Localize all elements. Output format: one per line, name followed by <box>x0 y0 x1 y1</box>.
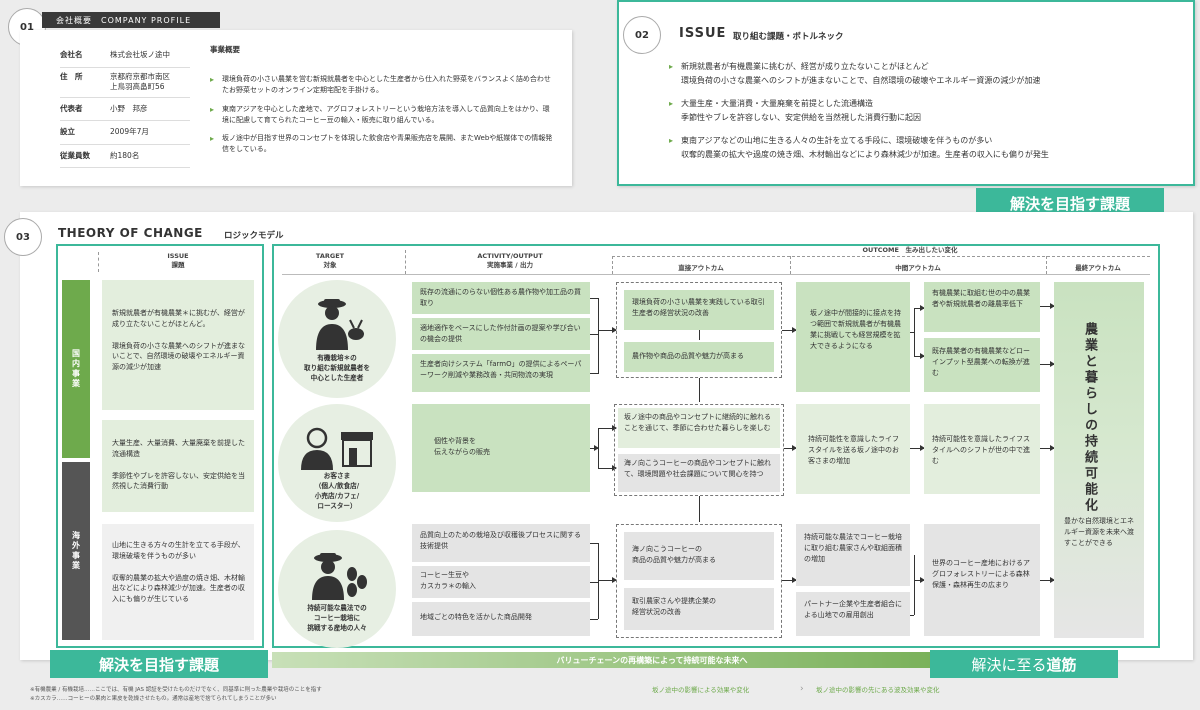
issue-item-head: 大量生産・大量消費・大量廃棄を前提とした流通構造 <box>669 97 1179 111</box>
business-item: 東南アジアを中心とした産地で、アグロフォレストリーという栽培方法を導入して品質向… <box>210 104 555 126</box>
issue-item: 大量生産・大量消費・大量廃棄を前提とした流通構造季節性やブレを許容しない、安定供… <box>669 97 1179 124</box>
mid-outcome-header: 中間アウトカム <box>895 264 941 272</box>
profile-value: 株式会社坂ノ途中 <box>110 50 170 59</box>
legend-ripple-effect: 坂ノ途中の影響の先にある波及効果や変化 <box>816 686 940 694</box>
footnote-2: ※カスカラ……コーヒーの果肉と果皮を乾燥させたもの。通常は産地で捨てられてしまう… <box>30 695 277 702</box>
target-circle-coffee-producers: 持続可能な農法での コーヒー栽培に 挑戦する産地の人々 <box>278 530 396 648</box>
issue-item-sub: 環境負荷の小さな農業へのシフトが進まないことで、自然環境の破壊やエネルギー資源の… <box>681 75 1041 85</box>
business-item: 坂ノ途中が目指す世界のコンセプトを体現した飲食店や青果販売店を展開、またWebや… <box>210 133 555 155</box>
target-label-customers: お客さま （個人/飲食店/ 小売店/カフェ/ ロースター） <box>314 472 360 511</box>
profile-value: 2009年7月 <box>110 127 149 136</box>
direct-box-4: 海ノ向こうコーヒーの商品やコンセプトに触れて、環境問題や社会課題について関心を持… <box>618 454 780 492</box>
business-list: 環境負荷の小さい農業を営む新規就農者を中心とした生産者から仕入れた野菜をバランス… <box>210 74 555 163</box>
issue-box-3: 山地に生きる方々の生計を立てる手段が、環境破壊を伴うものが多い 収奪的農業の拡大… <box>102 524 254 640</box>
mid2-box-1: 有機農業に取組む世の中の農業者や新規就農者の離農率低下 <box>924 282 1040 332</box>
profile-label: 設立 <box>60 127 75 136</box>
issue-box-2: 大量生産、大量消費、大量廃棄を前提した流通構造 季節性やブレを許容しない、安定供… <box>102 420 254 512</box>
mid1-box-4: パートナー企業や生産者組合による山地での雇用創出 <box>796 592 910 636</box>
activity-header: ACTIVITY/OUTPUT 実施事業 / 出力 <box>477 252 543 270</box>
farmer-icon <box>316 299 364 351</box>
profile-label: 住 所 <box>60 71 83 81</box>
final-outcome-box: 農業と暮らしの持続可能化 豊かな自然環境とエネルギー資源を未来へ渡すことができる <box>1054 282 1144 638</box>
issue-item-sub: 季節性やブレを許容しない、安定供給を当然視した消費行動に起因 <box>681 112 921 122</box>
issue-item-sub: 収奪的農業の拡大や過度の焼き畑、木材輸出などにより森林減少が加速。生産者の収入に… <box>681 149 1049 159</box>
issue-item: 新規就農者が有機農業に挑むが、経営が成り立たないことがほとんど環境負荷の小さな農… <box>669 60 1179 87</box>
activity-box-4: 個性や背景を 伝えながらの販売 <box>412 404 590 492</box>
badge-path-text-a: 解決に至る <box>971 655 1047 674</box>
activity-box-7: 地域ごとの特色を活かした商品開発 <box>412 602 590 636</box>
toc-title-jp: ロジックモデル <box>224 231 284 241</box>
mid1-box-1: 坂ノ途中が間接的に接点を持つ範囲で新規就農者が有機農業に挑戦しても経営規模を拡大… <box>796 282 910 392</box>
issue-item-head: 新規就農者が有機農業に挑むが、経営が成り立たないことがほとんど <box>669 60 1179 74</box>
badge-path-to-solution: 解決に至る 道筋 <box>930 650 1118 678</box>
profile-row: 会社名 株式会社坂ノ途中 <box>60 44 190 68</box>
activity-box-6: コーヒー生豆や カスカラ＊の輸入 <box>412 566 590 598</box>
shop-customer-icon <box>301 428 373 471</box>
section-number-03: 03 <box>4 218 42 256</box>
target-circle-customers: お客さま （個人/飲食店/ 小売店/カフェ/ ロースター） <box>278 404 396 522</box>
direct-box-1: 環境負荷の小さい農業を実践している取引生産者の経営状況の改善 <box>624 290 774 330</box>
direct-box-2: 農作物や商品の品質や魅力が高まる <box>624 342 774 372</box>
target-circle-farmers: 有機栽培＊の 取り組む新規就農者を 中心とした生産者 <box>278 280 396 398</box>
issue-title-jp: 取り組む課題・ボトルネック <box>733 32 844 42</box>
issue-item-head: 東南アジアなどの山地に生きる人々の生計を立てる手段に、環境破壊を伴うものが多い <box>669 134 1179 148</box>
profile-value: 京都府京都市南区 上鳥羽高畠町56 <box>110 71 170 92</box>
profile-row: 代表者 小野 邦彦 <box>60 98 190 121</box>
legend-separator-icon: › <box>800 684 804 694</box>
profile-row: 設立 2009年7月 <box>60 121 190 145</box>
profile-value: 約180名 <box>110 150 140 160</box>
issue-item: 東南アジアなどの山地に生きる人々の生計を立てる手段に、環境破壊を伴うものが多い収… <box>669 134 1179 161</box>
final-outcome-header: 最終アウトカム <box>1075 264 1121 272</box>
final-outcome-title: 農業と暮らしの持続可能化 <box>1082 322 1097 514</box>
mid2-box-2: 既存農業者の有機農業などローインプット型農業への転換が進む <box>924 338 1040 392</box>
activity-box-2: 適地適作をベースにした作付計画の提案や学び合いの機会の提供 <box>412 318 590 350</box>
outcome-header: OUTCOME 生み出したい変化 <box>862 246 958 254</box>
footnotes: ※有機農業 / 有機栽培……ここでは、有機 JAS 認証を受けたものだけでなく、… <box>30 686 322 704</box>
issue-title-en: ISSUE <box>679 26 727 41</box>
direct-box-6: 取引農家さんや提携企業の 経営状況の改善 <box>624 588 774 630</box>
activity-box-1: 既存の流通にのらない個性ある農作物や加工品の買取り <box>412 282 590 314</box>
profile-label: 従業員数 <box>60 150 90 160</box>
activity-box-3: 生産者向けシステム「farmO」の提供によるペーパーワーク削減や業務改善・共同物… <box>412 354 590 392</box>
issue-box-1: 新規就農者が有機農業＊に挑むが、経営が成り立たないことがほとんど。 環境負荷の小… <box>102 280 254 410</box>
issue-column-header: ISSUE 課題 <box>167 252 189 270</box>
mid1-box-3: 持続可能な農法でコーヒー栽培に取り組む農家さんや取組面積の増加 <box>796 524 910 586</box>
final-outcome-desc: 豊かな自然環境とエネルギー資源を未来へ渡すことができる <box>1064 517 1134 547</box>
target-label-farmers: 有機栽培＊の 取り組む新規就農者を 中心とした生産者 <box>304 354 370 383</box>
footnote-1: ※有機農業 / 有機栽培……ここでは、有機 JAS 認証を受けたものだけでなく、… <box>30 687 322 693</box>
toc-title-en: THEORY OF CHANGE <box>58 226 203 240</box>
direct-outcome-header: 直接アウトカム <box>678 264 724 272</box>
mid2-box-4: 世界のコーヒー産地におけるアグロフォレストリーによる森林保護・森林再生の広まり <box>924 524 1040 636</box>
issue-list: 新規就農者が有機農業に挑むが、経営が成り立たないことがほとんど環境負荷の小さな農… <box>669 60 1179 172</box>
mid1-box-2: 持続可能性を意識したライフスタイルを送る坂ノ途中のお客さまの増加 <box>796 404 910 494</box>
profile-table: 会社名 株式会社坂ノ途中住 所 京都府京都市南区 上鳥羽高畠町56 代表者 小野 邦彦設… <box>60 44 190 168</box>
side-label-overseas: 海外事業 <box>62 462 90 640</box>
coffee-farmer-icon <box>312 553 367 601</box>
badge-issue-left: 解決を目指す課題 <box>50 650 268 678</box>
mid2-box-3: 持続可能性を意識したライフスタイルへのシフトが世の中で進む <box>924 404 1040 494</box>
legend-direct-effect: 坂ノ途中の影響による効果や変化 <box>652 686 750 694</box>
profile-row: 住 所 京都府京都市南区 上鳥羽高畠町56 <box>60 68 190 98</box>
side-label-domestic: 国内事業 <box>62 280 90 458</box>
value-chain-bar: バリューチェーンの再構築によって持続可能な未来へ <box>272 652 1032 668</box>
issue-card: 02 ISSUE 取り組む課題・ボトルネック 新規就農者が有機農業に挑むが、経営… <box>617 0 1195 186</box>
target-label-coffee-producers: 持続可能な農法での コーヒー栽培に 挑戦する産地の人々 <box>307 604 367 633</box>
business-item: 環境負荷の小さい農業を営む新規就農者を中心とした生産者から仕入れた野菜をバランス… <box>210 74 555 96</box>
profile-label: 代表者 <box>60 103 83 113</box>
profile-label: 会社名 <box>60 50 83 59</box>
business-title: 事業概要 <box>210 45 240 54</box>
direct-box-5: 海ノ向こうコーヒーの 商品の品質や魅力が高まる <box>624 532 774 580</box>
target-header: TARGET 対象 <box>315 252 345 270</box>
profile-row: 従業員数 約180名 <box>60 145 190 168</box>
activity-box-5: 品質向上のための栽培及び収穫後プロセスに関する技術提供 <box>412 524 590 562</box>
direct-box-3: 坂ノ途中の商品やコンセプトに継続的に触れることを通じて、季節に合わせた暮らしを楽… <box>618 408 780 448</box>
company-profile-card: 会社名 株式会社坂ノ途中住 所 京都府京都市南区 上鳥羽高畠町56 代表者 小野 邦彦設… <box>20 30 572 186</box>
profile-value: 小野 邦彦 <box>110 103 148 113</box>
section-number-02: 02 <box>623 16 661 54</box>
company-profile-heading: 会社概要 COMPANY PROFILE <box>42 12 220 28</box>
badge-path-text-b: 道筋 <box>1046 655 1077 674</box>
